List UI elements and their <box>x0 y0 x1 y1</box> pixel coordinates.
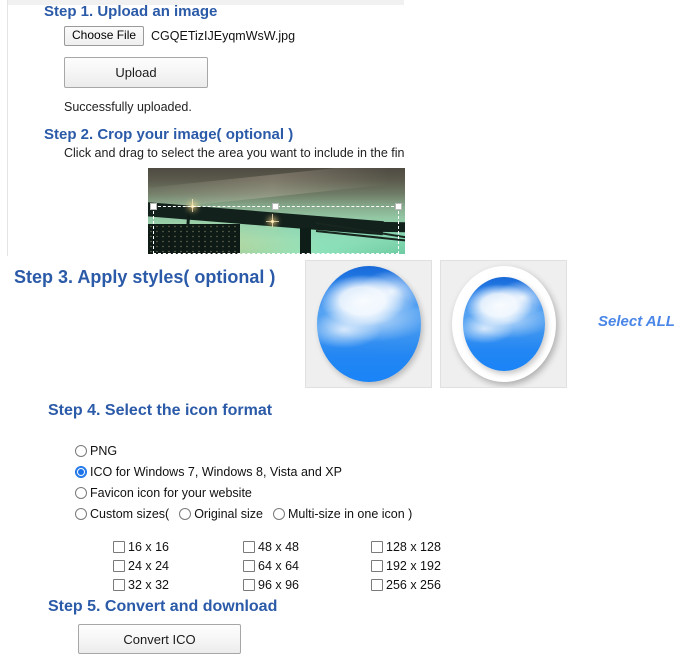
radio-option-custom-sizes[interactable]: Custom sizes( Original size Multi-size i… <box>75 503 412 524</box>
upload-status-text: Successfully uploaded. <box>64 100 192 114</box>
size-label: 96 x 96 <box>258 577 300 592</box>
radio-option-favicon[interactable]: Favicon icon for your website <box>75 482 412 503</box>
size-checkbox-item[interactable]: 32 x 32 <box>113 575 243 594</box>
size-label: 64 x 64 <box>258 558 300 573</box>
size-label: 128 x 128 <box>386 539 441 554</box>
radio-icon-multi-size[interactable] <box>272 507 285 520</box>
checkbox-icon[interactable] <box>113 559 125 572</box>
size-label: 256 x 256 <box>386 577 441 592</box>
size-label: 32 x 32 <box>128 577 170 592</box>
custom-size-checkbox-grid: 16 x 16 48 x 48 128 x 128 24 x 24 64 x 6… <box>113 537 441 594</box>
radio-icon-selected[interactable] <box>75 465 87 478</box>
radio-icon[interactable] <box>75 486 87 499</box>
step1-heading: Step 1. Upload an image <box>44 3 218 20</box>
size-checkbox-item[interactable]: 96 x 96 <box>243 575 371 594</box>
step4-heading: Step 4. Select the icon format <box>48 402 273 419</box>
radio-label: Favicon icon for your website <box>90 485 252 500</box>
step5-heading: Step 5. Convert and download <box>48 598 278 615</box>
radio-label: Original size <box>194 506 263 521</box>
checkbox-icon[interactable] <box>371 540 383 553</box>
size-label: 48 x 48 <box>258 539 300 554</box>
sky-circle-preview <box>316 266 421 382</box>
crop-handle-top-right[interactable] <box>395 203 402 210</box>
radio-option-ico[interactable]: ICO for Windows 7, Windows 8, Vista and … <box>75 461 412 482</box>
upload-button[interactable]: Upload <box>64 57 208 88</box>
checkbox-icon[interactable] <box>371 559 383 572</box>
radio-label: ICO for Windows 7, Windows 8, Vista and … <box>90 464 342 479</box>
crop-handle-top-center[interactable] <box>272 203 279 210</box>
radio-icon-original-size[interactable] <box>179 507 192 520</box>
radio-label: Custom sizes( <box>90 506 170 521</box>
icon-format-radio-group: PNG ICO for Windows 7, Windows 8, Vista … <box>75 440 412 524</box>
checkbox-icon[interactable] <box>113 578 125 591</box>
crop-handle-top-left[interactable] <box>150 203 157 210</box>
radio-option-png[interactable]: PNG <box>75 440 412 461</box>
checkbox-icon[interactable] <box>243 578 255 591</box>
size-label: 24 x 24 <box>128 558 170 573</box>
radio-label: Multi-size in one icon ) <box>287 506 413 521</box>
step3-heading: Step 3. Apply styles( optional ) <box>14 267 276 287</box>
size-checkbox-item[interactable]: 256 x 256 <box>371 575 441 594</box>
checkbox-icon[interactable] <box>113 540 125 553</box>
size-label: 192 x 192 <box>386 558 441 573</box>
size-checkbox-item[interactable]: 24 x 24 <box>113 556 243 575</box>
file-upload-row: Choose File CGQETizIJEyqmWsW.jpg <box>64 26 295 46</box>
size-checkbox-item[interactable]: 48 x 48 <box>243 537 371 556</box>
selected-file-name: CGQETizIJEyqmWsW.jpg <box>151 29 296 43</box>
choose-file-button[interactable]: Choose File <box>64 26 145 46</box>
radio-icon[interactable] <box>75 507 87 520</box>
style-option-plain-circle[interactable] <box>305 260 432 388</box>
sky-circle-preview <box>462 277 545 371</box>
checkbox-icon[interactable] <box>243 559 255 572</box>
checkbox-icon[interactable] <box>371 578 383 591</box>
size-label: 16 x 16 <box>128 539 170 554</box>
crop-selection-box[interactable] <box>150 203 402 254</box>
size-checkbox-item[interactable]: 16 x 16 <box>113 537 243 556</box>
page-top-strip-gap <box>0 0 7 5</box>
select-all-link[interactable]: Select ALL <box>598 313 675 330</box>
radio-label: PNG <box>90 443 118 458</box>
style-option-white-ring[interactable] <box>440 260 567 388</box>
content-left-border <box>7 0 8 256</box>
radio-icon[interactable] <box>75 444 87 457</box>
size-checkbox-item[interactable]: 128 x 128 <box>371 537 441 556</box>
crop-instructions: Click and drag to select the area you wa… <box>64 146 405 160</box>
checkbox-icon[interactable] <box>243 540 255 553</box>
size-checkbox-item[interactable]: 64 x 64 <box>243 556 371 575</box>
step2-heading: Step 2. Crop your image( optional ) <box>44 126 294 143</box>
size-checkbox-item[interactable]: 192 x 192 <box>371 556 441 575</box>
